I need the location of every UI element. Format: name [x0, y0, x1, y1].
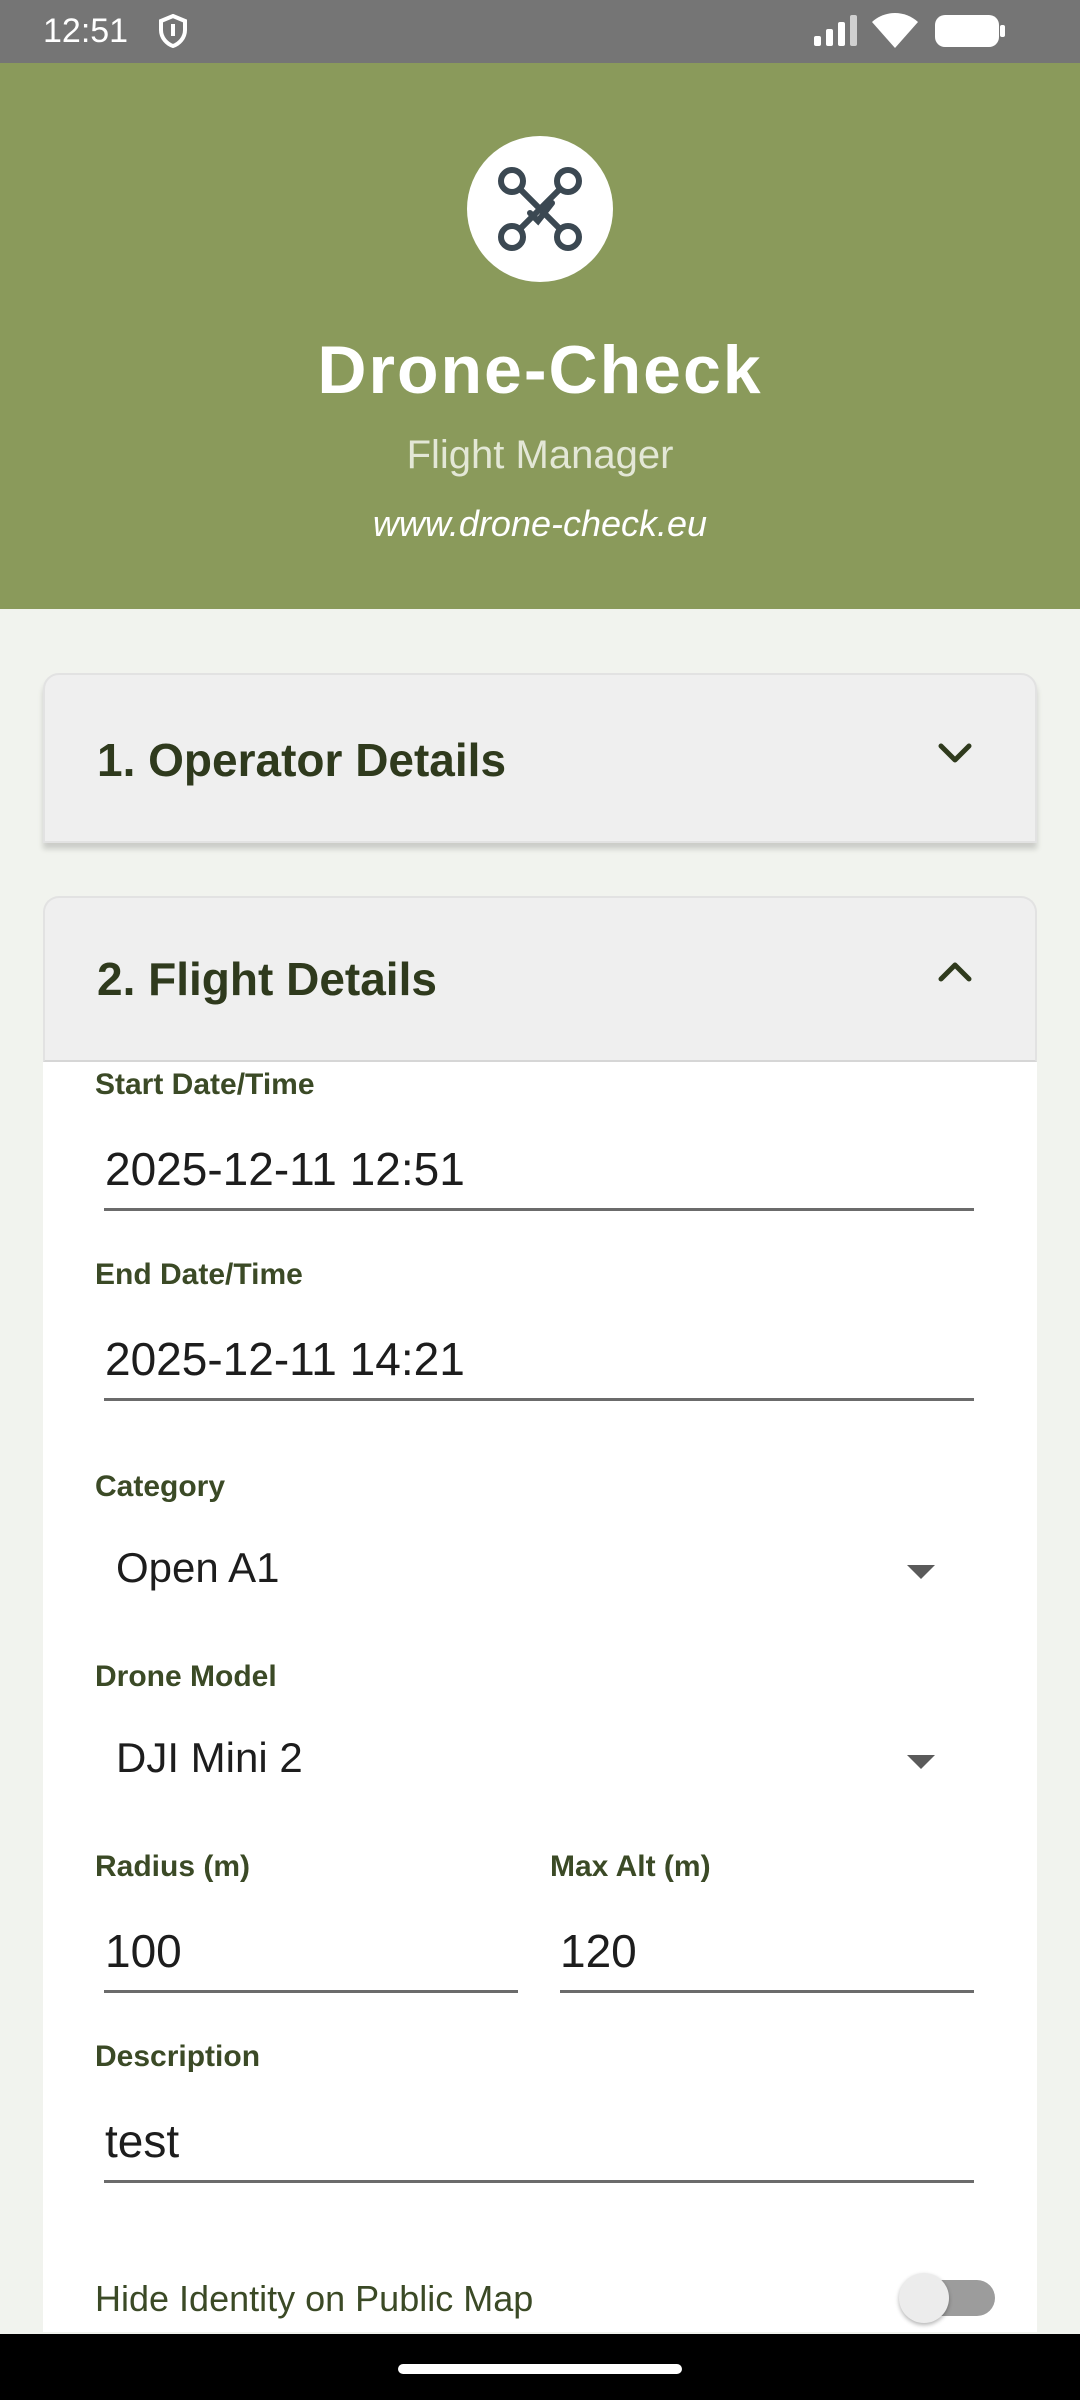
- app-logo: [467, 136, 613, 282]
- flight-details-form: Start Date/Time 2025-12-11 12:51 End Dat…: [43, 1062, 1037, 2332]
- max-alt-underline: [560, 1990, 974, 1993]
- app-url[interactable]: www.drone-check.eu: [0, 503, 1080, 545]
- end-datetime-label: End Date/Time: [95, 1258, 303, 1291]
- drone-model-select[interactable]: DJI Mini 2: [116, 1734, 303, 1782]
- max-alt-input[interactable]: 120: [560, 1924, 637, 1978]
- drone-model-label: Drone Model: [95, 1660, 277, 1693]
- start-datetime-label: Start Date/Time: [95, 1068, 315, 1101]
- start-datetime-input[interactable]: 2025-12-11 12:51: [105, 1142, 465, 1196]
- app-header: Drone-Check Flight Manager www.drone-che…: [0, 63, 1080, 609]
- end-datetime-input[interactable]: 2025-12-11 14:21: [105, 1332, 465, 1386]
- category-dropdown-icon[interactable]: [907, 1565, 935, 1579]
- home-handle[interactable]: [398, 2364, 682, 2374]
- flight-details-section[interactable]: 2. Flight Details: [43, 896, 1037, 1062]
- battery-icon: [934, 14, 1006, 53]
- chevron-up-icon[interactable]: [937, 960, 973, 989]
- start-datetime-underline: [104, 1208, 974, 1211]
- wifi-icon: [870, 12, 920, 55]
- signal-icon: [812, 14, 860, 53]
- radius-label: Radius (m): [95, 1850, 251, 1883]
- drone-icon: [498, 167, 582, 251]
- status-time: 12:51: [43, 12, 129, 50]
- end-datetime-underline: [104, 1398, 974, 1401]
- category-label: Category: [95, 1470, 226, 1503]
- section-title: 2. Flight Details: [97, 953, 437, 1005]
- description-underline: [104, 2180, 974, 2183]
- hide-identity-toggle-knob[interactable]: [899, 2273, 949, 2323]
- navigation-bar: [0, 2334, 1080, 2400]
- chevron-down-icon[interactable]: [937, 741, 973, 770]
- description-label: Description: [95, 2040, 261, 2073]
- shield-icon: [158, 13, 188, 53]
- drone-model-dropdown-icon[interactable]: [907, 1755, 935, 1769]
- app-title: Drone-Check: [317, 332, 763, 408]
- radius-underline: [104, 1990, 518, 1993]
- section-title: 1. Operator Details: [97, 734, 507, 786]
- radius-input[interactable]: 100: [105, 1924, 182, 1978]
- hide-identity-label: Hide Identity on Public Map: [95, 2278, 534, 2319]
- description-input[interactable]: test: [105, 2114, 179, 2168]
- status-bar: 12:51: [0, 0, 1080, 63]
- app-subtitle: Flight Manager: [406, 433, 674, 477]
- max-alt-label: Max Alt (m): [550, 1850, 711, 1883]
- category-select[interactable]: Open A1: [116, 1544, 279, 1592]
- operator-details-section[interactable]: 1. Operator Details: [43, 673, 1037, 843]
